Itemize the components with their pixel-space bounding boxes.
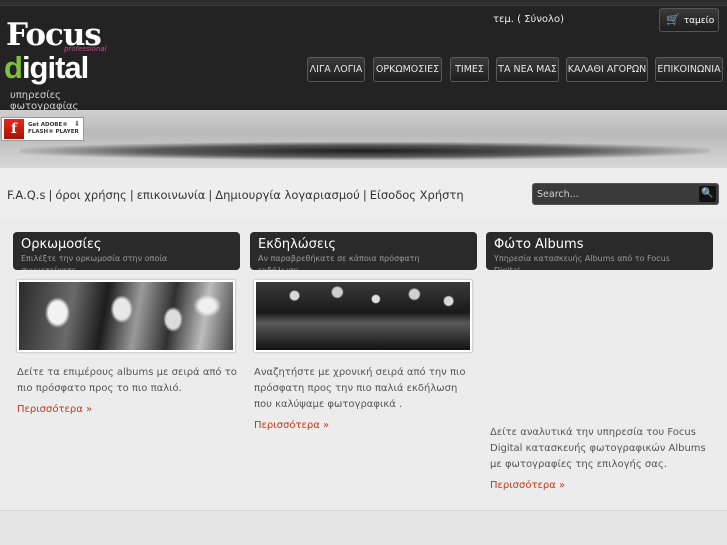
- column-title[interactable]: Εκδηλώσεις: [258, 236, 469, 253]
- column-description: Δείτε αναλυτικά την υπηρεσία του Focus D…: [490, 427, 706, 470]
- link-register[interactable]: Δημιουργία λογαριασμού: [215, 188, 360, 202]
- logo-digital-word: digital: [4, 50, 89, 85]
- column-image[interactable]: [254, 280, 472, 352]
- search-box: 🔍: [532, 183, 719, 205]
- nav-item-news[interactable]: ΤΑ ΝΕΑ ΜΑΣ: [496, 57, 559, 82]
- utility-links: F.A.Q.s | όροι χρήσης | επικοινωνία | Δημιουργ…: [7, 188, 464, 202]
- column-title[interactable]: Ορκωμοσίες: [21, 236, 232, 253]
- column-header: Φώτο Albums Υπηρεσία κατασκευής Albums α…: [486, 232, 713, 270]
- download-arrow-icon: ⬇: [74, 120, 80, 128]
- feature-column-ceremonies: Ορκωμοσίες Επιλέξτε την ορκωμοσία στην ο…: [13, 232, 240, 415]
- column-description: Αναζητήστε με χρονική σειρά από την πιο …: [254, 367, 466, 410]
- cart-icon: 🛒: [666, 13, 680, 26]
- column-image[interactable]: [17, 280, 235, 352]
- column-title[interactable]: Φώτο Albums: [494, 236, 705, 253]
- column-description: Δείτε τα επιμέρους albums με σειρά από τ…: [17, 367, 237, 394]
- search-input[interactable]: [537, 186, 697, 202]
- search-icon: 🔍: [701, 188, 714, 199]
- link-contact[interactable]: επικοινωνία: [137, 188, 206, 202]
- read-more-link[interactable]: Περισσότερα »: [254, 420, 329, 431]
- column-subtitle: Αν παραβρεθήκατε σε κάποια πρόσφατη εκδή…: [258, 254, 420, 270]
- feature-column-events: Εκδηλώσεις Αν παραβρεθήκατε σε κάποια πρ…: [250, 232, 477, 431]
- header-top-line: [0, 0, 727, 6]
- lower-section-edge: [0, 510, 727, 545]
- column-subtitle: Υπηρεσία κατασκευής Albums από το Focus …: [494, 254, 670, 270]
- link-separator: |: [208, 188, 213, 202]
- nav-item-prices[interactable]: ΤΙΜΕΣ: [450, 57, 489, 82]
- column-header: Εκδηλώσεις Αν παραβρεθήκατε σε κάποια πρ…: [250, 232, 477, 270]
- flash-icon: f: [4, 119, 24, 139]
- site-logo[interactable]: Focus professional digital υπηρεσίες φωτ…: [4, 16, 124, 112]
- link-separator: |: [362, 188, 367, 202]
- logo-tagline: υπηρεσίες φωτογραφίας: [10, 90, 79, 112]
- read-more-link[interactable]: Περισσότερα »: [490, 480, 565, 491]
- get-flash-player-badge[interactable]: f Get ADOBE® FLASH® PLAYER ⬇: [1, 117, 84, 141]
- link-terms[interactable]: όροι χρήσης: [55, 188, 126, 202]
- feature-column-albums: Φώτο Albums Υπηρεσία κατασκευής Albums α…: [486, 232, 713, 491]
- header-band: f Get ADOBE® FLASH® PLAYER ⬇: [0, 110, 727, 168]
- search-button[interactable]: 🔍: [699, 186, 716, 202]
- band-shadow: [20, 142, 710, 160]
- link-faq[interactable]: F.A.Q.s: [7, 188, 45, 202]
- flash-text: Get ADOBE® FLASH® PLAYER: [28, 122, 79, 135]
- cart-summary: τεμ. ( Σύνολο): [493, 14, 564, 25]
- link-login[interactable]: Είσοδος Χρήστη: [370, 188, 464, 202]
- read-more-link[interactable]: Περισσότερα »: [17, 404, 92, 415]
- nav-item-contact[interactable]: ΕΠΙΚΟΙΝΩΝΙΑ: [655, 57, 723, 82]
- checkout-label: ταμείο: [683, 16, 715, 26]
- site-header: Focus professional digital υπηρεσίες φωτ…: [0, 0, 727, 112]
- link-separator: |: [48, 188, 53, 202]
- nav-item-ceremonies[interactable]: ΟΡΚΩΜΟΣΙΕΣ: [373, 57, 442, 82]
- column-header: Ορκωμοσίες Επιλέξτε την ορκωμοσία στην ο…: [13, 232, 240, 270]
- link-separator: |: [129, 188, 134, 202]
- checkout-button[interactable]: 🛒 ταμείο: [659, 8, 719, 32]
- column-subtitle: Επιλέξτε την ορκωμοσία στην οποία συμμετ…: [21, 254, 168, 270]
- nav-item-cart[interactable]: ΚΑΛΑΘΙ ΑΓΟΡΩΝ: [566, 57, 648, 82]
- nav-item-about[interactable]: ΛΙΓΑ ΛΟΓΙΑ: [307, 57, 365, 82]
